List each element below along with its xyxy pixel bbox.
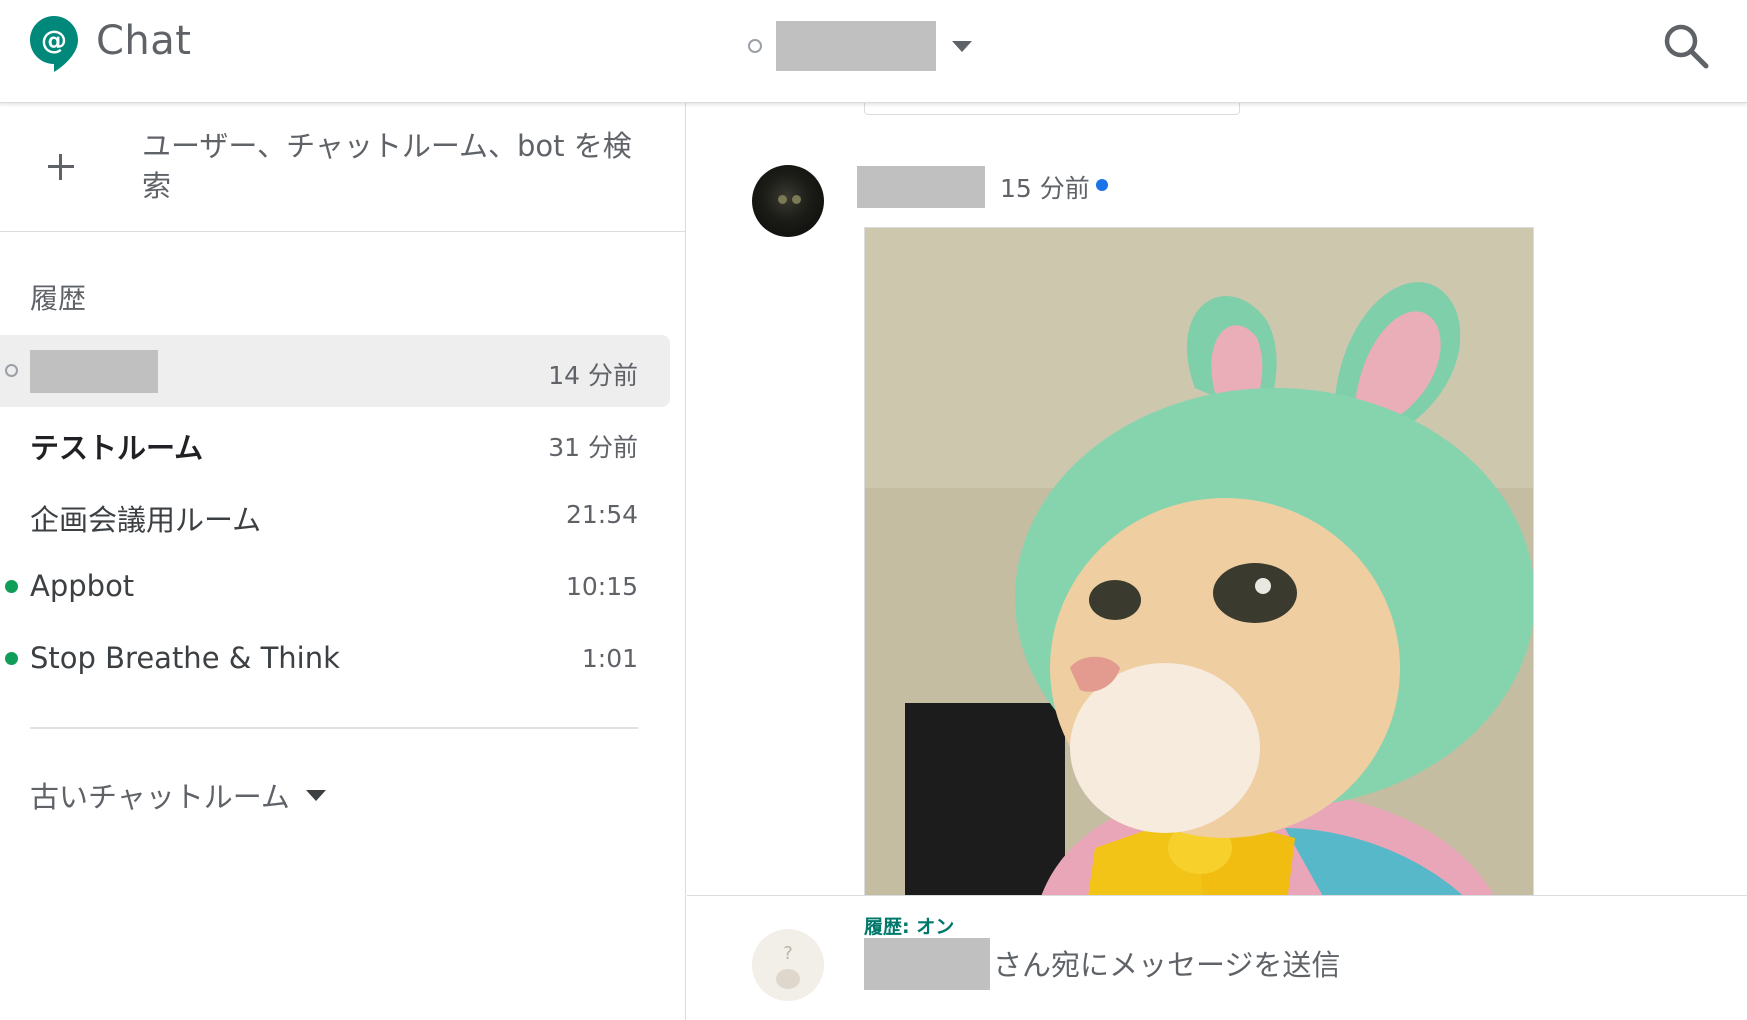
divider (30, 727, 638, 729)
older-rooms-toggle[interactable]: 古いチャットルーム (30, 774, 326, 816)
recipient-avatar: ? (752, 929, 824, 1001)
history-status[interactable]: 履歴: オン (864, 912, 954, 939)
top-bar: @ Chat (0, 0, 1747, 103)
message-time: 15 分前 (1000, 174, 1090, 203)
conversation-time: 31 分前 (548, 433, 638, 462)
svg-text:@: @ (41, 26, 67, 56)
sidebar: ユーザー、チャットルーム、bot を検索 履歴 14 分前 テストルーム 31 … (0, 103, 686, 1020)
sender-avatar[interactable] (752, 165, 824, 237)
previous-message-card (864, 103, 1240, 115)
recipient-name-redacted (864, 938, 990, 990)
presence-online-icon (5, 580, 18, 593)
avatar-eye (778, 195, 787, 204)
message-composer: ? 履歴: オン さん宛にメッセージを送信 (687, 895, 1747, 1020)
conversation-item[interactable]: テストルーム 31 分前 (0, 407, 670, 479)
cat-in-bunny-hat-photo (865, 228, 1533, 895)
caret-down-icon[interactable] (952, 40, 972, 52)
conversation-name: テストルーム (30, 431, 204, 465)
presence-offline-icon (748, 39, 762, 53)
unread-dot-icon (1096, 179, 1108, 191)
find-label: ユーザー、チャットルーム、bot を検索 (142, 129, 632, 203)
conversation-item[interactable]: 企画会議用ルーム 21:54 (0, 479, 670, 551)
conversation-time: 14 分前 (548, 361, 638, 390)
conversation-name: 企画会議用ルーム (30, 503, 262, 537)
search-icon[interactable] (1658, 18, 1714, 74)
avatar-eye (792, 195, 801, 204)
conversation-item[interactable]: 14 分前 (0, 335, 670, 407)
svg-text:?: ? (783, 943, 793, 964)
presence-online-icon (5, 652, 18, 665)
caret-down-icon (305, 789, 326, 801)
conversation-header[interactable] (748, 20, 972, 72)
find-people-rooms-bots[interactable]: ユーザー、チャットルーム、bot を検索 (0, 103, 686, 232)
conversation-name-redacted (30, 350, 158, 393)
conversation-time: 1:01 (581, 644, 638, 673)
conversation-name-redacted (776, 21, 936, 71)
sender-name-redacted (857, 166, 985, 208)
plus-icon[interactable] (44, 150, 78, 184)
conversation-name: Stop Breathe & Think (30, 641, 340, 675)
presence-offline-icon (5, 364, 18, 377)
older-rooms-label: 古いチャットルーム (30, 780, 290, 814)
placeholder-avatar-icon: ? (776, 943, 800, 989)
app-title: Chat (96, 18, 192, 64)
conversation-item[interactable]: Appbot 10:15 (0, 551, 670, 623)
conversation-time: 10:15 (565, 572, 638, 601)
message-input[interactable]: さん宛にメッセージを送信 (993, 942, 1340, 984)
conversation-item[interactable]: Stop Breathe & Think 1:01 (0, 623, 670, 695)
message-stream[interactable]: 15 分前 (687, 103, 1747, 895)
history-section-title: 履歴 (30, 282, 87, 315)
conversation-name: Appbot (30, 569, 135, 603)
conversation-time: 21:54 (565, 500, 638, 529)
message-image[interactable] (864, 227, 1534, 895)
chat-logo-icon[interactable]: @ (28, 14, 80, 72)
